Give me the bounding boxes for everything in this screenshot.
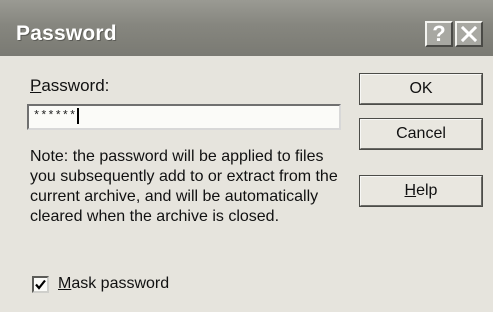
- title-help-button[interactable]: ?: [425, 21, 453, 47]
- title-close-button[interactable]: [455, 21, 483, 47]
- close-icon: [461, 26, 477, 42]
- ok-button[interactable]: OK: [359, 73, 483, 105]
- password-value: ******: [33, 109, 77, 123]
- password-label-rest: assword:: [41, 76, 110, 95]
- cancel-button[interactable]: Cancel: [359, 118, 483, 150]
- password-note: Note: the password will be applied to fi…: [30, 148, 338, 225]
- password-label-mnemonic: P: [30, 76, 42, 95]
- text-caret: [77, 107, 79, 124]
- dialog-title: Password: [16, 22, 117, 45]
- help-button[interactable]: Help: [359, 175, 483, 207]
- mask-password-checkbox[interactable]: [32, 276, 49, 293]
- mask-password-label: Mask password: [58, 275, 169, 293]
- password-input[interactable]: ******: [27, 104, 341, 130]
- password-label: Password:: [30, 76, 109, 96]
- mask-password-mnemonic: M: [58, 275, 72, 292]
- help-button-rest: elp: [416, 182, 438, 199]
- password-dialog: Password ? Password: ****** Note: the pa…: [0, 0, 493, 312]
- checkmark-icon: [35, 279, 46, 290]
- help-button-mnemonic: H: [404, 182, 417, 199]
- mask-password-label-rest: ask password: [71, 275, 170, 292]
- title-bar[interactable]: Password ?: [0, 0, 493, 56]
